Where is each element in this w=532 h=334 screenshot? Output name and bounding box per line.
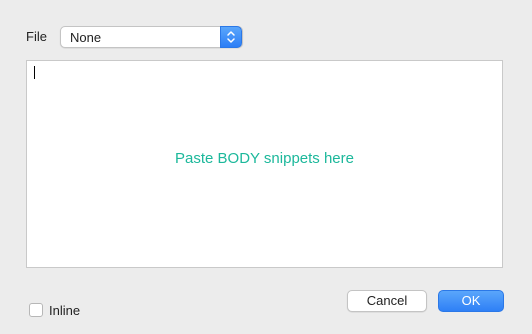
snippet-editor[interactable]: Paste BODY snippets here: [26, 60, 503, 268]
file-select[interactable]: None: [60, 26, 243, 48]
text-caret: [34, 66, 35, 79]
inline-checkbox[interactable]: [29, 303, 43, 317]
editor-placeholder: Paste BODY snippets here: [175, 150, 354, 167]
inline-label[interactable]: Inline: [49, 303, 80, 319]
cancel-button[interactable]: Cancel: [347, 290, 427, 312]
chevron-up-down-icon[interactable]: [220, 26, 242, 48]
snippet-dialog: File None Paste BODY snippets here Inlin…: [0, 0, 532, 334]
file-select-value: None: [70, 30, 102, 45]
file-label: File: [26, 29, 47, 44]
ok-button[interactable]: OK: [438, 290, 504, 312]
